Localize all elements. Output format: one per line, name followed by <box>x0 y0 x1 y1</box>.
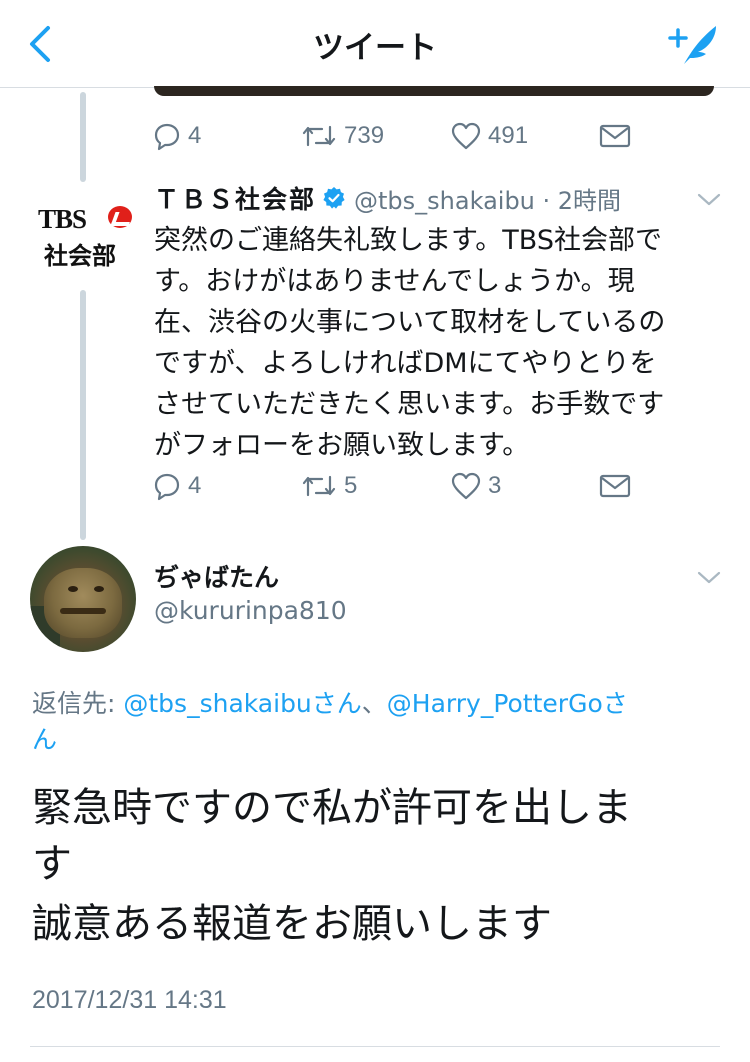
thread-line <box>80 92 86 182</box>
reply-button[interactable]: 4 <box>152 466 201 506</box>
like-count: 491 <box>488 122 529 149</box>
like-button[interactable]: 3 <box>450 466 501 506</box>
retweet-button[interactable]: 5 <box>300 466 357 506</box>
thread-line <box>80 290 86 540</box>
envelope-icon <box>599 124 631 148</box>
retweet-icon <box>302 125 336 147</box>
tweet-text-line: 在、渋谷の火事について取材をしているの <box>154 307 666 338</box>
prev-tweet-actions: 4 739 491 <box>152 116 672 156</box>
heart-icon <box>451 472 481 500</box>
tweet-text-line: 突然のご連絡失礼致します。TBS社会部で <box>154 225 662 256</box>
tbs-avatar[interactable]: TBS 社会部 <box>30 198 136 272</box>
tweet-text-line: 誠意ある報道をお願いします <box>32 901 552 947</box>
compose-tweet-icon <box>668 26 716 64</box>
tweet-text-line: 緊急時ですので私が許可を出しま <box>32 785 632 831</box>
tweet-text-line: す。おけがはありませんでしょうか。現 <box>154 266 635 297</box>
replying-to: 返信先: @tbs_shakaibuさん、@Harry_PotterGoさ ん <box>32 686 722 758</box>
retweet-button[interactable]: 739 <box>300 116 384 156</box>
tweet-text: 緊急時ですので私が許可を出しま す 誠意ある報道をお願いします <box>32 780 722 952</box>
mention-link[interactable]: @tbs_shakaibuさん <box>123 689 361 718</box>
retweet-icon <box>302 475 336 497</box>
author-name[interactable]: ぢゃばたん <box>154 558 279 594</box>
tbs-tweet-actions: 4 5 3 <box>152 466 672 506</box>
chevron-down-icon[interactable] <box>696 570 722 586</box>
tbs-logo-mark-icon <box>108 206 132 228</box>
tbs-logo-text: TBS <box>38 204 87 234</box>
chevron-down-icon[interactable] <box>696 192 722 208</box>
previous-tweet-media[interactable] <box>154 86 714 96</box>
like-count: 3 <box>488 472 502 499</box>
mention-separator: 、 <box>361 689 387 718</box>
heart-icon <box>451 122 481 150</box>
tweet-text-line: がフォローをお願い致します。 <box>154 430 530 461</box>
tweet-timestamp: 2017/12/31 14:31 <box>32 986 227 1014</box>
divider <box>30 1046 720 1047</box>
mention-link[interactable]: @Harry_PotterGoさ <box>387 689 628 718</box>
reply-icon <box>154 123 180 151</box>
nav-header: ツイート <box>0 0 750 88</box>
author-handle: @kururinpa810 <box>154 596 347 625</box>
tweet-text: 突然のご連絡失礼致します。TBS社会部で す。おけがはありませんでしょうか。現 … <box>154 220 724 466</box>
tbs-tweet-header: ＴＢＳ社会部 @tbs_shakaibu · 2時間 <box>154 178 621 218</box>
tbs-logo-subtext: 社会部 <box>44 242 116 270</box>
author-name[interactable]: ＴＢＳ社会部 <box>154 180 316 216</box>
page-title: ツイート <box>313 30 437 66</box>
verified-badge-icon <box>323 187 345 209</box>
dm-button[interactable] <box>598 116 632 156</box>
reply-count: 4 <box>188 472 202 499</box>
retweet-count: 5 <box>344 472 358 499</box>
reply-count: 4 <box>188 122 202 149</box>
tweet-text-line: す <box>32 841 72 887</box>
replying-to-label: 返信先: <box>32 689 124 718</box>
compose-tweet-button[interactable] <box>664 20 724 70</box>
like-button[interactable]: 491 <box>450 116 528 156</box>
reply-icon <box>154 473 180 501</box>
mention-link-continued[interactable]: ん <box>32 725 57 754</box>
avatar[interactable] <box>30 546 136 652</box>
author-handle-time: @tbs_shakaibu · 2時間 <box>354 186 622 215</box>
tweet-text-line: させていただきたく思います。お手数です <box>154 389 665 420</box>
retweet-count: 739 <box>344 122 385 149</box>
envelope-icon <box>599 474 631 498</box>
reply-button[interactable]: 4 <box>152 116 201 156</box>
dm-button[interactable] <box>598 466 632 506</box>
tweet-text-line: ですが、よろしければDMにてやりとりを <box>154 348 657 379</box>
